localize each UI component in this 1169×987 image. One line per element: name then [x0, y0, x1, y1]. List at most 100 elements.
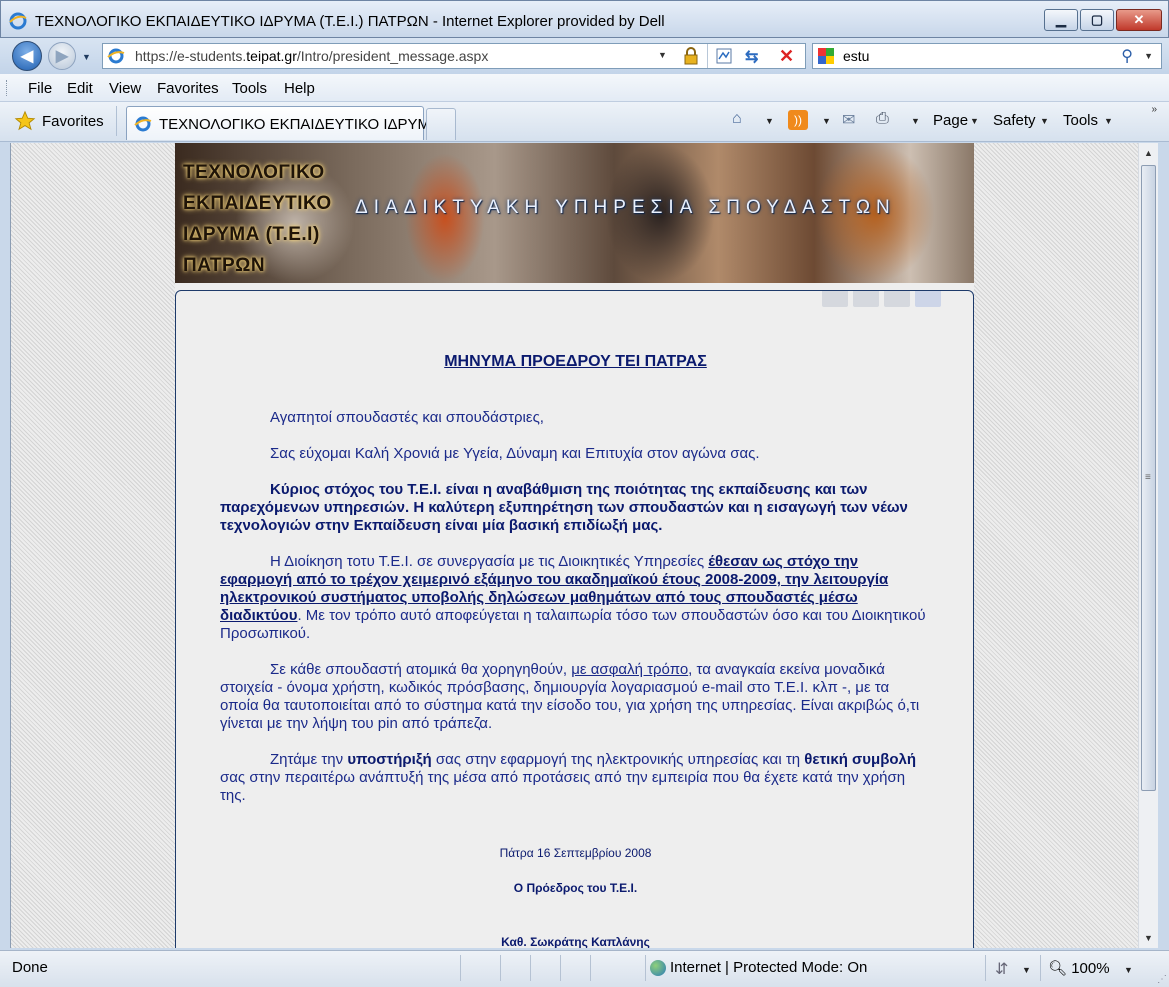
institution-name-line: ΤΕΧΝΟΛΟΓΙΚΟ — [183, 162, 325, 183]
search-icon[interactable]: ⚲ — [1121, 46, 1133, 66]
home-dropdown[interactable]: ▼ — [765, 116, 774, 126]
rss-icon[interactable]: )) — [788, 110, 808, 130]
service-title: ΔΙΑΔΙΚΤΥΑΚΗ ΥΠΗΡΕΣΙΑ ΣΠΟΥΔΑΣΤΩΝ — [355, 197, 896, 218]
minimize-button[interactable]: ▁ — [1044, 9, 1078, 31]
scroll-thumb[interactable]: ≡ — [1141, 165, 1156, 791]
url-text[interactable]: https://e-students.teipat.gr/Intro/presi… — [135, 48, 488, 64]
popup-dropdown[interactable]: ▼ — [1022, 965, 1031, 975]
menu-file[interactable]: File — [28, 80, 52, 97]
greeting-paragraph: Αγαπητοί σπουδαστές και σπουδάστριες, — [270, 409, 544, 426]
favorites-label: Favorites — [42, 112, 104, 130]
safety-menu[interactable]: Safety — [993, 112, 1036, 129]
paragraph-text: Ζητάμε την — [270, 751, 348, 768]
menu-tools[interactable]: Tools — [232, 80, 267, 97]
administration-paragraph: Η Διοίκηση τοτυ Τ.Ε.Ι. σε συνεργασία με … — [220, 553, 930, 643]
compatibility-view-icon[interactable] — [715, 47, 733, 65]
search-options-dropdown[interactable]: ▼ — [1144, 51, 1153, 61]
bold-text: θετική συμβολή — [804, 751, 917, 768]
resize-grip-icon[interactable]: ⋰ — [1157, 974, 1167, 985]
address-bar[interactable]: https://e-students.teipat.gr/Intro/presi… — [102, 43, 806, 69]
message-title: ΜΗΝΥΜΑ ΠΡΟΕΔΡΟΥ ΤΕΙ ΠΑΤΡΑΣ — [444, 353, 707, 370]
tab-label: ΤΕΧΝΟΛΟΓΙΚΟ ΕΚΠΑΙΔΕΥΤΙΚΟ ΙΔΡΥΜ... — [159, 116, 443, 133]
command-overflow-icon[interactable]: » — [1151, 104, 1157, 115]
menu-edit[interactable]: Edit — [67, 80, 93, 97]
page-menu[interactable]: Page — [933, 112, 968, 129]
feeds-dropdown[interactable]: ▼ — [822, 116, 831, 126]
home-icon[interactable]: ⌂ — [732, 110, 742, 128]
status-text: Done — [12, 959, 48, 976]
institution-name-line: ΠΑΤΡΩΝ — [183, 255, 266, 276]
zone-label: Internet | Protected Mode: On — [670, 959, 868, 976]
search-query[interactable]: estu — [843, 48, 869, 64]
zoom-icon: 🔍︎ — [1048, 960, 1068, 977]
scroll-up-icon[interactable]: ▲ — [1139, 143, 1158, 163]
status-divider — [590, 955, 591, 981]
paragraph-text: . Με τον τρόπο αυτό αποφεύγεται η ταλαιπ… — [220, 607, 926, 642]
menu-grip — [6, 80, 9, 96]
support-paragraph: Ζητάμε την υποστήριξή σας στην εφαρμογή … — [220, 751, 930, 805]
institution-name: ΤΕΧΝΟΛΟΓΙΚΟ ΕΚΠΑΙΔΕΥΤΙΚΟ ΙΔΡΥΜΑ (Τ.Ε.Ι) … — [183, 157, 332, 281]
tab-separator — [116, 106, 117, 136]
search-box[interactable]: estu ⚲ ▼ — [812, 43, 1162, 69]
lock-icon[interactable] — [681, 46, 701, 66]
credentials-paragraph: Σε κάθε σπουδαστή ατομικά θα χορηγηθούν,… — [220, 661, 930, 733]
back-button[interactable]: ◀ — [12, 41, 42, 71]
tools-menu[interactable]: Tools — [1063, 112, 1098, 129]
maximize-button[interactable]: ▢ — [1080, 9, 1114, 31]
new-tab-button[interactable] — [426, 108, 456, 140]
window-title: ΤΕΧΝΟΛΟΓΙΚΟ ΕΚΠΑΙΔΕΥΤΙΚΟ ΙΔΡΥΜΑ (Τ.Ε.Ι.)… — [35, 13, 665, 30]
decorative-tabs — [822, 291, 941, 307]
menu-favorites[interactable]: Favorites — [157, 80, 219, 97]
close-button[interactable]: ✕ — [1116, 9, 1162, 31]
scroll-grip-icon: ≡ — [1145, 472, 1151, 483]
institution-name-line: ΙΔΡΥΜΑ (Τ.Ε.Ι) — [183, 224, 320, 245]
title-bar: ΤΕΧΝΟΛΟΓΙΚΟ ΕΚΠΑΙΔΕΥΤΙΚΟ ΙΔΡΥΜΑ (Τ.Ε.Ι.)… — [0, 0, 1169, 38]
popup-blocker-icon[interactable]: ⇵ — [995, 959, 1008, 979]
url-domain: teipat.gr — [246, 48, 297, 64]
wishes-paragraph: Σας εύχομαι Καλή Χρονιά με Υγεία, Δύναμη… — [270, 445, 760, 462]
status-divider — [645, 955, 646, 981]
web-viewport: ΤΕΧΝΟΛΟΓΙΚΟ ΕΚΠΑΙΔΕΥΤΙΚΟ ΙΔΡΥΜΑ (Τ.Ε.Ι) … — [10, 143, 1158, 948]
tab-ie-icon — [134, 116, 152, 132]
print-dropdown[interactable]: ▼ — [911, 116, 920, 126]
address-row: ◀ ▶ ▼ https://e-students.teipat.gr/Intro… — [0, 38, 1169, 74]
google-icon — [818, 48, 834, 64]
status-divider — [1040, 955, 1041, 981]
deco-tab — [822, 291, 848, 307]
browser-tab[interactable]: ΤΕΧΝΟΛΟΓΙΚΟ ΕΚΠΑΙΔΕΥΤΙΚΟ ΙΔΡΥΜ... — [126, 106, 443, 140]
security-zone[interactable]: Internet | Protected Mode: On — [650, 959, 867, 976]
stop-icon[interactable]: ✕ — [779, 46, 794, 67]
forward-button[interactable]: ▶ — [48, 42, 76, 70]
page-dropdown[interactable]: ▼ — [970, 116, 979, 126]
globe-icon — [650, 959, 666, 976]
safety-dropdown[interactable]: ▼ — [1040, 116, 1049, 126]
recent-pages-dropdown[interactable]: ▼ — [82, 52, 91, 62]
page-ie-icon — [107, 48, 125, 64]
zoom-level[interactable]: 🔍︎ 100% — [1048, 959, 1110, 977]
mail-icon[interactable]: ✉ — [842, 110, 855, 130]
print-icon[interactable]: ⎙ — [876, 110, 889, 128]
vertical-scrollbar[interactable]: ▲ ≡ ▼ — [1138, 143, 1158, 948]
scroll-down-icon[interactable]: ▼ — [1139, 928, 1158, 948]
status-divider — [985, 955, 986, 981]
forward-arrow-icon: ▶ — [55, 48, 69, 65]
zoom-dropdown[interactable]: ▼ — [1124, 965, 1133, 975]
address-separator — [707, 44, 708, 68]
menu-help[interactable]: Help — [284, 80, 315, 97]
status-divider — [530, 955, 531, 981]
deco-tab — [884, 291, 910, 307]
header-banner: ΤΕΧΝΟΛΟΓΙΚΟ ΕΚΠΑΙΔΕΥΤΙΚΟ ΙΔΡΥΜΑ (Τ.Ε.Ι) … — [175, 143, 974, 283]
tools-dropdown[interactable]: ▼ — [1104, 116, 1113, 126]
signature-date: Πάτρα 16 Σεπτεμβρίου 2008 — [499, 846, 652, 860]
favorites-button[interactable]: Favorites — [14, 108, 104, 134]
deco-tab — [915, 291, 941, 307]
command-bar: Favorites ΤΕΧΝΟΛΟΓΙΚΟ ΕΚΠΑΙΔΕΥΤΙΚΟ ΙΔΡΥΜ… — [0, 102, 1169, 142]
status-divider — [460, 955, 461, 981]
url-dropdown[interactable]: ▼ — [658, 50, 667, 60]
refresh-icon[interactable]: ⇆ — [745, 47, 765, 66]
url-prefix: https://e-students. — [135, 48, 247, 64]
signature-role: Ο Πρόεδρος του Τ.Ε.Ι. — [513, 881, 638, 895]
content-panel: ΜΗΝΥΜΑ ΠΡΟΕΔΡΟΥ ΤΕΙ ΠΑΤΡΑΣ Αγαπητοί σπου… — [175, 290, 974, 948]
status-bar: Done Internet | Protected Mode: On ⇵ ▼ 🔍… — [0, 950, 1169, 987]
menu-view[interactable]: View — [109, 80, 141, 97]
